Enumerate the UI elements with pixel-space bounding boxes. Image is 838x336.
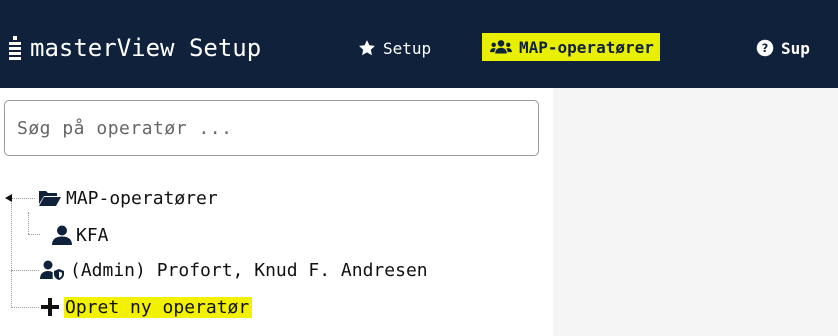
tree-connector (11, 198, 35, 199)
nav-item-label: Setup (383, 38, 432, 58)
create-operator-label: Opret ny operatør (64, 296, 253, 318)
top-navbar: masterView Setup Setup MAP-operatører ? … (0, 0, 838, 88)
folder-open-icon (39, 191, 61, 206)
tree-connector (11, 270, 39, 271)
search-input[interactable] (4, 100, 539, 156)
create-operator-link[interactable]: Opret ny operatør (40, 293, 253, 321)
nav-item-map-operators[interactable]: MAP-operatører (482, 33, 660, 61)
tree-node-label: KFA (76, 224, 109, 246)
tree-node-admin[interactable]: (Admin) Profort, Knud F. Andresen (40, 256, 428, 284)
tree-node-label: (Admin) Profort, Knud F. Andresen (70, 259, 428, 281)
nav-item-label: Sup (781, 38, 810, 58)
star-icon (359, 40, 375, 56)
tree-connector (11, 307, 39, 308)
users-icon (490, 40, 512, 54)
user-shield-icon (40, 260, 64, 280)
nav-item-support[interactable]: ? Sup (756, 32, 810, 64)
tree-connector (28, 234, 40, 235)
toolbox-icon (9, 36, 21, 60)
detail-pane (553, 88, 838, 336)
nav-item-setup[interactable]: Setup (358, 32, 431, 64)
nav-item-label: MAP-operatører (519, 37, 654, 57)
tree-connector (28, 212, 29, 234)
tree-connector (11, 198, 12, 308)
operator-panel: MAP-operatører KFA (Admin) Profort, Knud… (0, 88, 553, 336)
tree-node-map-operators[interactable]: MAP-operatører (38, 184, 218, 212)
app-title: masterView Setup (30, 34, 262, 62)
user-icon (52, 225, 72, 245)
app-brand[interactable]: masterView Setup (8, 30, 261, 66)
expand-arrow-icon[interactable] (4, 193, 14, 203)
tree-node-label: MAP-operatører (66, 187, 218, 209)
svg-text:?: ? (762, 42, 769, 55)
tree-node-kfa[interactable]: KFA (52, 221, 109, 249)
question-circle-icon: ? (756, 39, 774, 57)
plus-icon (41, 298, 59, 316)
